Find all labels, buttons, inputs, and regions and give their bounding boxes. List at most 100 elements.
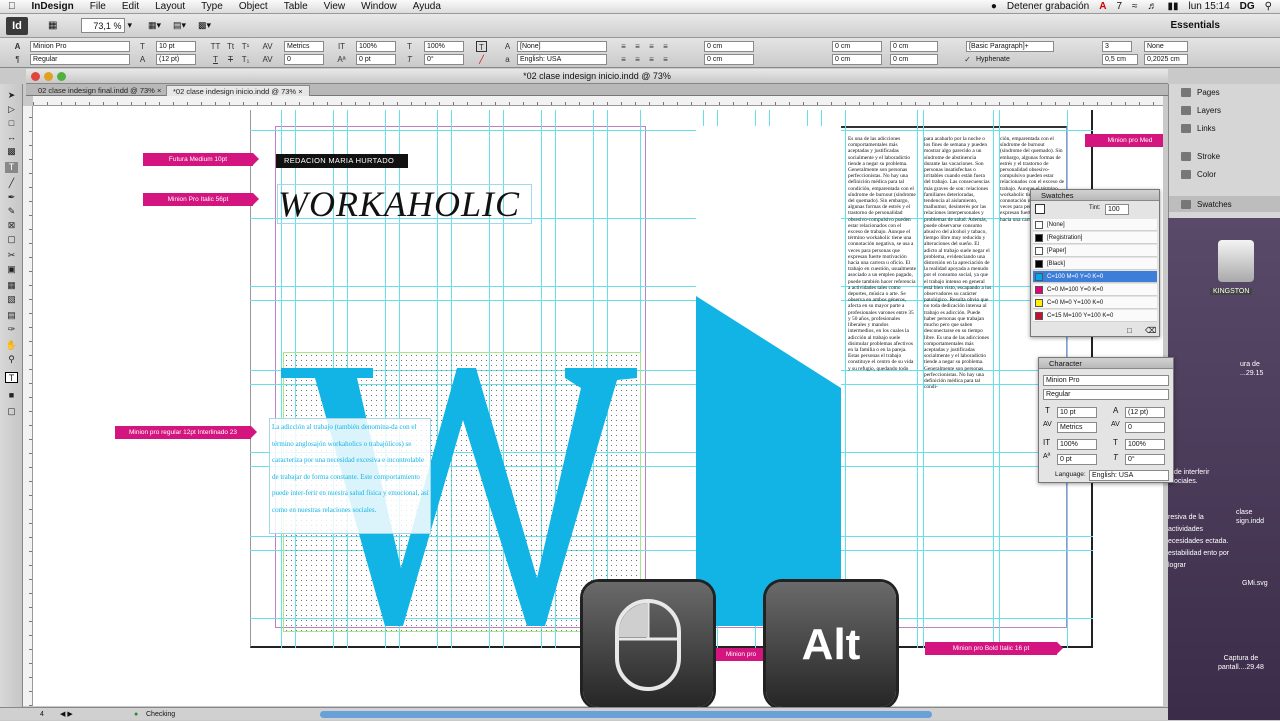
menu-view[interactable]: View [316, 1, 354, 12]
line-tool-icon[interactable]: ╱ [5, 178, 18, 189]
swatches-panel-title[interactable]: Swatches [1031, 190, 1159, 201]
swatch-row[interactable]: C=0 M=0 Y=100 K=0 [1033, 297, 1157, 309]
paragraph-style-field[interactable]: [Basic Paragraph]+ [966, 41, 1054, 52]
minimize-window-button[interactable] [44, 72, 53, 81]
drop-cap-field[interactable]: None [1144, 41, 1188, 52]
character-font-field[interactable]: Minion Pro [1043, 375, 1169, 386]
workspace-switcher[interactable]: Essentials [1171, 20, 1220, 31]
direct-selection-icon[interactable]: ▷ [5, 104, 18, 115]
rectangle-frame-icon[interactable]: ⊠ [5, 220, 18, 231]
right-indent-field[interactable]: 0 cm [704, 54, 754, 65]
page-nav-icon[interactable]: ◀ ▶ [60, 708, 73, 721]
language-field[interactable]: English: USA [517, 54, 607, 65]
character-style-field[interactable]: [None] [517, 41, 607, 52]
vertical-ruler[interactable] [23, 106, 33, 706]
content-collector-icon[interactable]: ▩ [5, 146, 18, 157]
horizontal-ruler[interactable] [33, 96, 1163, 106]
page-number-field[interactable]: 4 [40, 708, 44, 721]
first-line-indent-field[interactable]: 0 cm [832, 41, 882, 52]
bridge-icon[interactable]: ▦ [48, 20, 57, 31]
recording-status[interactable]: Detener grabación [1007, 1, 1089, 12]
intro-text[interactable]: La adicción al trabajo (también denomina… [269, 418, 431, 534]
space-before-field[interactable]: 0 cm [890, 41, 938, 52]
scissors-tool-icon[interactable]: ✂ [5, 250, 18, 261]
menu-type[interactable]: Type [193, 1, 231, 12]
panel-pages[interactable]: Pages [1181, 88, 1220, 97]
view-options-icon[interactable]: ▦▾ [148, 20, 161, 31]
note-minion-pro[interactable]: Minion pro [713, 648, 775, 661]
headline[interactable]: WORKAHOLIC [277, 184, 532, 224]
delete-swatch-icon[interactable]: ⌫ [1145, 326, 1156, 335]
volume-icon[interactable]: ♬ [1148, 1, 1158, 12]
column-value-field[interactable]: 0,2025 cm [1144, 54, 1188, 65]
type-tool-icon[interactable]: T [5, 162, 18, 173]
view-mode-icon[interactable]: ▢ [5, 406, 18, 417]
rectangle-tool-icon[interactable]: ▢ [5, 234, 18, 245]
note-minion-med[interactable]: Minion pro Med [1085, 134, 1163, 147]
character-mode-icon[interactable]: A [12, 41, 23, 52]
justify-icon[interactable]: ≡ [660, 41, 671, 52]
character-vscale-field[interactable]: 100% [1057, 439, 1097, 450]
spotlight-icon[interactable]: ⚲ [1265, 1, 1272, 12]
swatch-row[interactable]: [Black] [1033, 258, 1157, 270]
tint-field[interactable]: 100 [1105, 204, 1129, 215]
page-tool-icon[interactable]: □ [5, 118, 18, 129]
character-kerning-field[interactable]: Metrics [1057, 422, 1097, 433]
cyan-shape[interactable] [696, 126, 846, 626]
fill-swatch-icon[interactable] [1035, 204, 1045, 214]
zoom-level-field[interactable]: 73,1 % [81, 18, 126, 33]
hand-tool-icon[interactable]: ✋ [5, 340, 18, 351]
tab-inicio[interactable]: *02 clase indesign inicio.indd @ 73% × [166, 85, 310, 96]
character-size-field[interactable]: 10 pt [1057, 407, 1097, 418]
menu-window[interactable]: Window [353, 1, 405, 12]
panel-color[interactable]: Color [1181, 170, 1216, 179]
justify-all-icon[interactable]: ≡ [646, 54, 657, 65]
small-caps-icon[interactable]: Tt [225, 41, 236, 52]
character-baseline-field[interactable]: 0 pt [1057, 454, 1097, 465]
record-icon[interactable]: ● [991, 1, 997, 12]
subscript-icon[interactable]: T₁ [240, 54, 251, 65]
text-stroke-icon[interactable]: ╱ [476, 54, 487, 65]
swatch-row[interactable]: [Registration] [1033, 232, 1157, 244]
pencil-tool-icon[interactable]: ✎ [5, 206, 18, 217]
character-language-field[interactable]: English: USA [1089, 470, 1169, 481]
space-after-field[interactable]: 0 cm [890, 54, 938, 65]
swatches-panel[interactable]: Swatches Tint: 100 [None] [Registration]… [1030, 189, 1160, 337]
tracking-field[interactable]: 0 [284, 54, 324, 65]
character-skew-field[interactable]: 0° [1125, 454, 1165, 465]
wifi-icon[interactable]: ≈ [1132, 1, 1138, 12]
note-minion-italic[interactable]: Minion Pro Italic 56pt [143, 193, 259, 206]
menu-edit[interactable]: Edit [114, 1, 147, 12]
strikethrough-icon[interactable]: T [225, 54, 236, 65]
leading-field[interactable]: (12 pt) [156, 54, 196, 65]
align-spine-icon[interactable]: ≡ [660, 54, 671, 65]
menu-table[interactable]: Table [276, 1, 316, 12]
gradient-tool-icon[interactable]: ▦ [5, 280, 18, 291]
character-style-field[interactable]: Regular [1043, 389, 1169, 400]
align-right-icon[interactable]: ≡ [646, 41, 657, 52]
apply-color-icon[interactable]: ■ [5, 390, 18, 401]
new-swatch-icon[interactable]: □ [1127, 326, 1132, 335]
last-line-indent-field[interactable]: 0 cm [832, 54, 882, 65]
character-tracking-field[interactable]: 0 [1125, 422, 1165, 433]
vertical-scale-field[interactable]: 100% [356, 41, 396, 52]
justify-center-icon[interactable]: ≡ [632, 54, 643, 65]
fill-stroke-icon[interactable]: T [5, 372, 18, 383]
free-transform-icon[interactable]: ▣ [5, 264, 18, 275]
character-hscale-field[interactable]: 100% [1125, 439, 1165, 450]
swatch-row[interactable]: C=0 M=100 Y=0 K=0 [1033, 284, 1157, 296]
columns-field[interactable]: 3 [1102, 41, 1132, 52]
menu-file[interactable]: File [82, 1, 114, 12]
text-column-2[interactable]: para acabarlo por la noche o los fines d… [924, 136, 992, 622]
kerning-field[interactable]: Metrics [284, 41, 324, 52]
character-panel-title[interactable]: Character [1039, 358, 1173, 369]
panel-links[interactable]: Links [1181, 124, 1216, 133]
adobe-icon[interactable]: A [1099, 1, 1106, 12]
superscript-icon[interactable]: T¹ [240, 41, 251, 52]
user-name[interactable]: DG [1240, 1, 1255, 12]
selection-tool-icon[interactable]: ➤ [5, 90, 18, 101]
hyphenate-checkbox[interactable]: ✓ [962, 54, 973, 65]
swatch-row-selected[interactable]: C=100 M=0 Y=0 K=0 [1033, 271, 1157, 283]
swatch-row[interactable]: [None] [1033, 219, 1157, 231]
panel-swatches[interactable]: Swatches [1169, 196, 1280, 212]
